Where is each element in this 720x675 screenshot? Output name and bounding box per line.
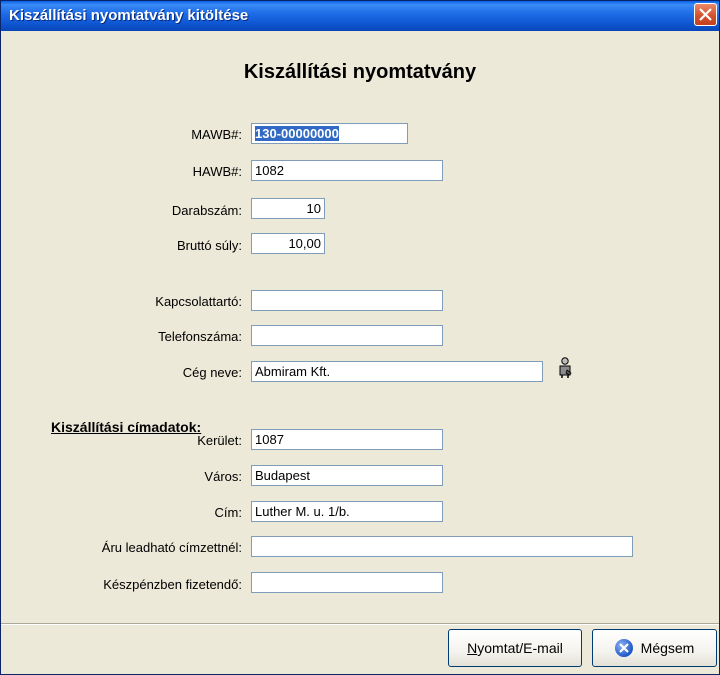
title-bar[interactable]: Kiszállítási nyomtatvány kitöltése [1,1,719,31]
person-icon[interactable] [556,357,574,379]
form-title: Kiszállítási nyomtatvány [243,61,477,83]
company-input[interactable]: Abmiram Kft. [251,361,543,382]
cancel-label: Mégsem [640,640,695,656]
print-email-accel: N [467,640,478,656]
address-input[interactable]: Luther M. u. 1/b. [251,501,443,522]
city-label: Város: [204,469,242,484]
recipient-label: Áru leadható címzettnél: [101,540,242,555]
district-label: Kerület: [197,433,242,448]
cancel-button[interactable]: Mégsem [592,629,717,667]
gross-weight-label: Bruttó súly: [176,238,242,253]
hawb-label: HAWB#: [192,164,242,179]
cancel-icon [614,639,633,657]
cash-payable-input[interactable] [251,572,443,593]
address-label: Cím: [214,505,242,520]
print-email-label: yomtat/E-mail [477,640,563,656]
phone-label: Telefonszáma: [158,329,242,344]
address-section-heading: Kiszállítási címadatok: [51,419,202,435]
window-title: Kiszállítási nyomtatvány kitöltése [9,7,249,24]
mawb-label: MAWB#: [191,127,242,142]
district-input[interactable]: 1087 [251,429,443,450]
close-icon [699,8,712,21]
print-email-button[interactable]: Nyomtat/E-mail [448,629,582,667]
city-input[interactable]: Budapest [251,465,443,486]
dialog-window: Kiszállítási nyomtatvány kitöltése Kiszá… [0,0,720,675]
recipient-input[interactable] [251,536,633,557]
gross-weight-input[interactable]: 10,00 [251,233,325,254]
footer-divider [1,623,719,625]
phone-input[interactable] [251,325,443,346]
contact-label: Kapcsolattartó: [155,294,242,309]
mawb-input[interactable]: 130-00000000 [251,123,408,144]
cash-payable-label: Készpénzben fizetendő: [103,577,242,592]
hawb-input[interactable]: 1082 [251,160,443,181]
close-button[interactable] [694,3,717,26]
company-label: Cég neve: [182,365,242,380]
contact-input[interactable] [251,290,443,311]
pieces-input[interactable]: 10 [251,198,325,219]
pieces-label: Darabszám: [171,203,242,218]
